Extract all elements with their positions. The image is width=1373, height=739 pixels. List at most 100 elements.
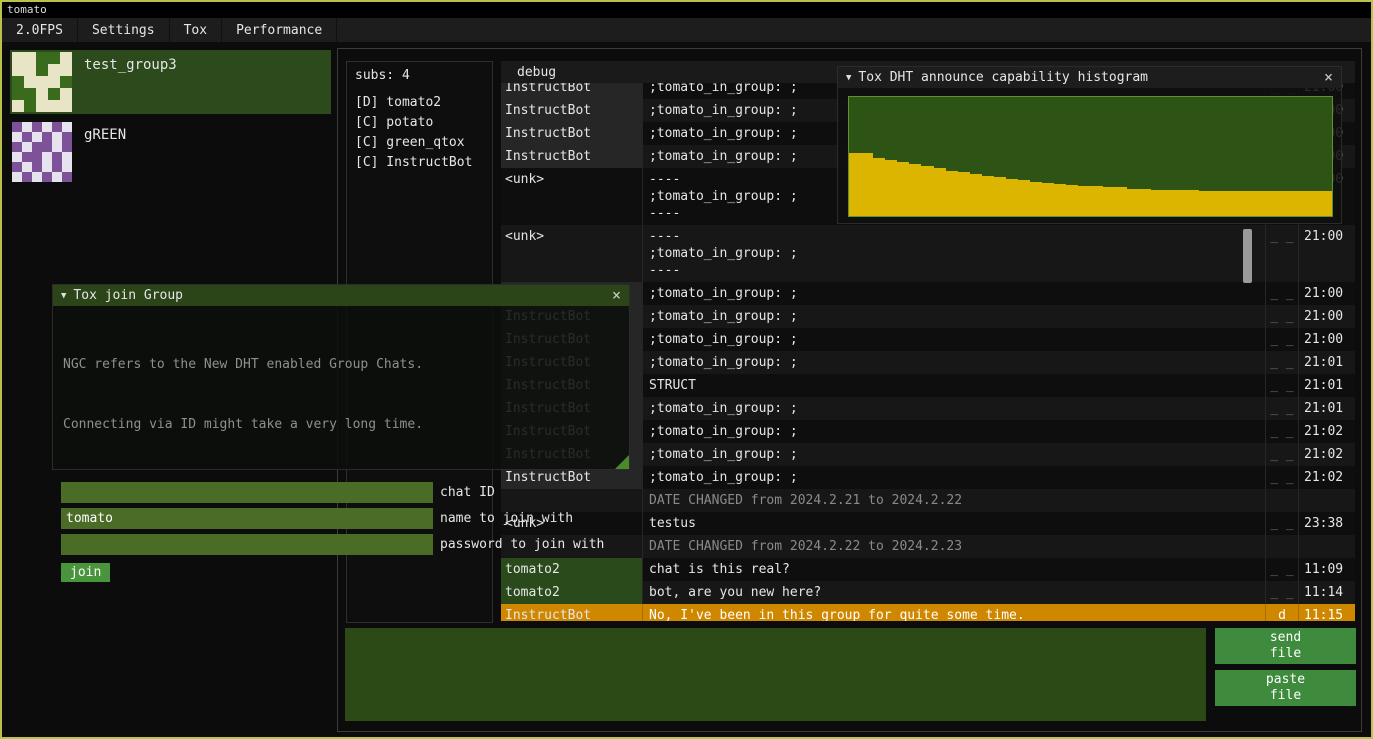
window-title: tomato	[7, 3, 47, 16]
message-time-cell: 21:01	[1299, 374, 1355, 397]
message-text-cell: ;tomato_in_group: ;	[643, 466, 1266, 489]
histogram-bar	[1006, 179, 1018, 216]
histogram-window-titlebar[interactable]: ▼ Tox DHT announce capability histogram …	[838, 67, 1341, 88]
histogram-bar	[1078, 186, 1090, 216]
chat-message-row[interactable]: tomato2chat is this real?_ _11:09	[501, 558, 1355, 581]
message-sender-cell: <unk>	[501, 225, 643, 282]
group-avatar-icon	[12, 52, 72, 112]
histogram-window: ▼ Tox DHT announce capability histogram …	[837, 66, 1342, 224]
tab-debug[interactable]: debug	[501, 65, 572, 80]
message-flags-cell: d	[1266, 604, 1299, 621]
message-flags-cell: _ _	[1266, 466, 1299, 489]
collapse-arrow-icon[interactable]: ▼	[61, 291, 66, 301]
histogram-bar	[1139, 189, 1151, 216]
message-text-cell: ;tomato_in_group: ;	[643, 282, 1266, 305]
message-sender-cell: InstructBot	[501, 145, 643, 168]
histogram-bar	[1320, 191, 1332, 216]
group-name-label: test_group3	[84, 52, 177, 73]
message-time-cell: 21:00	[1299, 305, 1355, 328]
subs-member-item[interactable]: [C] green_qtox	[347, 133, 492, 153]
message-text-cell: ;tomato_in_group: ;	[643, 305, 1266, 328]
message-time-cell	[1299, 489, 1355, 512]
message-time-cell: 11:14	[1299, 581, 1355, 604]
join-password-label: password to join with	[440, 537, 604, 552]
message-time-cell: 21:02	[1299, 443, 1355, 466]
close-icon[interactable]: ×	[612, 288, 621, 303]
histogram-bar	[1103, 187, 1115, 216]
histogram-bar	[1211, 191, 1223, 216]
subs-member-item[interactable]: [C] InstructBot	[347, 153, 492, 173]
message-flags-cell	[1266, 489, 1299, 512]
histogram-bar	[1163, 190, 1175, 216]
message-time-cell: 21:01	[1299, 351, 1355, 374]
subs-member-item[interactable]: [C] potato	[347, 113, 492, 133]
join-password-input[interactable]	[61, 534, 433, 555]
collapse-arrow-icon[interactable]: ▼	[846, 73, 851, 83]
message-flags-cell: _ _	[1266, 397, 1299, 420]
histogram-bar	[1308, 191, 1320, 216]
chat-message-row[interactable]: <unk>----;tomato_in_group: ;----_ _21:00	[501, 225, 1355, 282]
message-flags-cell: _ _	[1266, 282, 1299, 305]
histogram-bar	[1187, 190, 1199, 216]
message-sender-cell: InstructBot	[501, 83, 643, 99]
histogram-bar	[1030, 182, 1042, 217]
send-file-button[interactable]: send file	[1215, 628, 1356, 664]
histogram-bar	[1260, 191, 1272, 216]
join-info-line-2: Connecting via ID might take a very long…	[63, 415, 619, 435]
resize-grip-icon[interactable]	[615, 455, 629, 469]
histogram-bar	[1248, 191, 1260, 216]
message-sender-cell: tomato2	[501, 581, 643, 604]
paste-file-button[interactable]: paste file	[1215, 670, 1356, 706]
group-list: test_group3 gREEN	[4, 50, 337, 184]
message-text-cell: testus	[643, 512, 1266, 535]
join-name-input[interactable]	[61, 508, 433, 529]
date-change-row: DATE CHANGED from 2024.2.21 to 2024.2.22	[501, 489, 1355, 512]
message-sender-cell: InstructBot	[501, 99, 643, 122]
menu-item-tox[interactable]: Tox	[170, 18, 222, 42]
message-flags-cell	[1266, 535, 1299, 558]
message-input[interactable]	[345, 628, 1206, 721]
histogram-bar	[982, 176, 994, 216]
menu-item-performance[interactable]: Performance	[222, 18, 337, 42]
histogram-window-title: Tox DHT announce capability histogram	[858, 70, 1148, 85]
histogram-bar	[1284, 191, 1296, 216]
message-time-cell: 21:00	[1299, 225, 1355, 282]
message-time-cell: 21:02	[1299, 466, 1355, 489]
histogram-bar	[921, 166, 933, 216]
subs-member-list: [D] tomato2[C] potato[C] green_qtox[C] I…	[347, 93, 492, 173]
message-time-cell: 21:01	[1299, 397, 1355, 420]
message-flags-cell: _ _	[1266, 328, 1299, 351]
histogram-bar	[958, 172, 970, 216]
histogram-bar	[1223, 191, 1235, 216]
menu-item-settings[interactable]: Settings	[78, 18, 170, 42]
histogram-bar	[1115, 187, 1127, 216]
chat-message-row[interactable]: InstructBotNo, I've been in this group f…	[501, 604, 1355, 621]
histogram-bar	[1272, 191, 1284, 216]
group-item-test-group3[interactable]: test_group3	[10, 50, 331, 114]
close-icon[interactable]: ×	[1324, 70, 1333, 85]
window-titlebar[interactable]: tomato	[2, 2, 1371, 18]
histogram-bar	[1054, 184, 1066, 216]
message-sender-cell: InstructBot	[501, 122, 643, 145]
histogram-bar	[1018, 180, 1030, 216]
group-item-green[interactable]: gREEN	[10, 120, 331, 184]
chat-scrollbar-thumb[interactable]	[1243, 229, 1252, 283]
message-text-cell: chat is this real?	[643, 558, 1266, 581]
message-sender-cell: <unk>	[501, 168, 643, 225]
histogram-bar	[946, 171, 958, 216]
join-button[interactable]: join	[61, 563, 110, 582]
histogram-bar	[970, 174, 982, 216]
join-window-titlebar[interactable]: ▼ Tox join Group ×	[53, 285, 629, 306]
message-time-cell: 21:00	[1299, 328, 1355, 351]
subs-member-item[interactable]: [D] tomato2	[347, 93, 492, 113]
join-info-line-1: NGC refers to the New DHT enabled Group …	[63, 355, 619, 375]
chat-message-row[interactable]: <unk>testus_ _23:38	[501, 512, 1355, 535]
chat-id-input[interactable]	[61, 482, 433, 503]
histogram-bar	[1236, 191, 1248, 216]
group-avatar-icon	[12, 122, 72, 182]
histogram-bar	[994, 177, 1006, 216]
message-flags-cell: _ _	[1266, 420, 1299, 443]
message-flags-cell: _ _	[1266, 225, 1299, 282]
chat-message-row[interactable]: tomato2bot, are you new here?_ _11:14	[501, 581, 1355, 604]
histogram-bar	[885, 160, 897, 216]
